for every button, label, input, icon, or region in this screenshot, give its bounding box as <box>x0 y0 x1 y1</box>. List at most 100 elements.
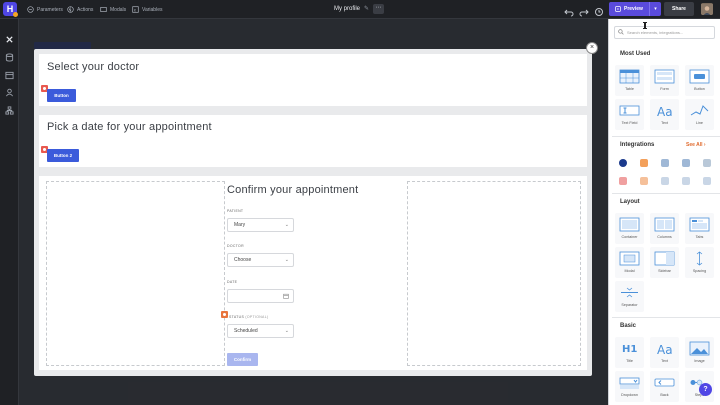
sliders-icon <box>27 6 34 13</box>
nav-modals[interactable]: Modals <box>100 4 126 15</box>
button-2[interactable]: Button 2 <box>47 149 79 162</box>
preview-dropdown-icon[interactable]: ▾ <box>649 2 661 16</box>
see-all-link[interactable]: See All › <box>686 142 706 148</box>
modal-close-icon[interactable]: × <box>586 42 598 54</box>
text-icon: Aa <box>657 105 673 119</box>
tile-table[interactable]: Table <box>615 65 644 96</box>
patient-label: PATIENT <box>227 209 244 213</box>
share-button[interactable]: Share <box>664 2 694 16</box>
section-confirm-appointment[interactable]: Confirm your appointment PATIENT Mary ⌄ … <box>39 176 587 370</box>
section-pick-date[interactable]: Pick a date for your appointment Button … <box>39 115 587 167</box>
redo-icon[interactable] <box>579 4 589 17</box>
tile-sidebar[interactable]: Sidebar <box>650 247 679 278</box>
nav-parameters[interactable]: Parameters <box>27 4 63 15</box>
tile-separator[interactable]: Separator <box>615 281 644 312</box>
top-bar: H Parameters Actions Modals x Variables … <box>0 0 720 19</box>
tile-basic-text[interactable]: Aa Text <box>650 337 679 368</box>
text-icon: Aa <box>657 343 673 357</box>
help-button[interactable]: ? <box>699 383 712 396</box>
integration-8-icon[interactable] <box>661 177 669 185</box>
svg-text:H1: H1 <box>622 344 637 355</box>
empty-column-left[interactable] <box>46 181 225 366</box>
tile-line[interactable]: Line <box>685 99 714 130</box>
integration-7-icon[interactable] <box>640 177 648 185</box>
tile-image[interactable]: Image <box>685 337 714 368</box>
empty-column-right[interactable] <box>407 181 581 366</box>
layout-icon[interactable] <box>5 67 14 80</box>
dropdown-icon <box>619 377 640 389</box>
database-icon[interactable] <box>5 49 14 62</box>
chevron-down-icon: ⌄ <box>284 328 289 334</box>
modal-dialog: Select your doctor Button Pick a date fo… <box>34 49 592 376</box>
tile-text-field[interactable]: Text Field <box>615 99 644 130</box>
integration-6-icon[interactable] <box>619 177 627 185</box>
divider <box>612 136 720 137</box>
nav-variables[interactable]: x Variables <box>132 4 162 15</box>
left-sidebar <box>0 19 19 405</box>
svg-text:x: x <box>134 7 137 12</box>
tile-form[interactable]: Form <box>650 65 679 96</box>
pencil-icon[interactable]: ✎ <box>364 5 369 12</box>
integration-5-icon[interactable] <box>703 159 711 167</box>
page-title[interactable]: My profile ✎ <box>334 5 369 13</box>
calendar-icon <box>283 293 289 299</box>
tile-back[interactable]: Back <box>650 371 679 402</box>
text-field-icon <box>619 105 640 116</box>
nav-actions[interactable]: Actions <box>67 4 93 15</box>
patient-select[interactable]: Mary ⌄ <box>227 218 294 232</box>
app-logo[interactable]: H <box>3 2 18 17</box>
history-icon[interactable] <box>594 4 604 16</box>
tile-button[interactable]: Button <box>685 65 714 96</box>
integration-4-icon[interactable] <box>682 159 690 167</box>
button-icon <box>689 69 710 84</box>
status-select[interactable]: Scheduled ⌄ <box>227 324 294 338</box>
hierarchy-icon[interactable] <box>5 102 14 115</box>
undo-icon[interactable] <box>564 4 574 17</box>
text-cursor-icon <box>643 22 647 29</box>
date-input[interactable] <box>227 289 294 303</box>
section-heading: Select your doctor <box>47 61 140 73</box>
editor-canvas[interactable]: Select your doctor Button Pick a date fo… <box>19 19 608 405</box>
doctor-select[interactable]: Choose ⌄ <box>227 253 294 267</box>
braces-icon: x <box>132 6 139 13</box>
tile-title[interactable]: H1 Title <box>615 337 644 368</box>
separator-icon <box>621 287 638 298</box>
user-avatar[interactable] <box>701 3 713 15</box>
confirm-button[interactable]: Confirm <box>227 353 258 366</box>
table-icon <box>619 69 640 84</box>
users-icon[interactable] <box>5 84 14 97</box>
most-used-heading: Most Used <box>620 51 651 57</box>
more-options-button[interactable]: ⋯ <box>373 4 384 14</box>
integrations-heading: Integrations <box>620 142 655 148</box>
tile-columns[interactable]: Columns <box>650 213 679 244</box>
line-chart-icon <box>690 105 709 116</box>
tile-text[interactable]: Aa Text <box>650 99 679 130</box>
button-1[interactable]: Button <box>47 89 76 102</box>
tabs-icon <box>689 217 710 232</box>
tile-dropdown[interactable]: Dropdown <box>615 371 644 402</box>
back-icon <box>654 378 675 387</box>
doctor-label: DOCTOR <box>227 244 244 248</box>
section-select-doctor[interactable]: Select your doctor Button <box>39 54 587 106</box>
integration-10-icon[interactable] <box>703 177 711 185</box>
tile-modal[interactable]: Modal <box>615 247 644 278</box>
integration-9-icon[interactable] <box>682 177 690 185</box>
tile-container[interactable]: Container <box>615 213 644 244</box>
integration-3-icon[interactable] <box>661 159 669 167</box>
status-label: STATUS (OPTIONAL) <box>229 315 269 319</box>
tile-spacing[interactable]: Spacing <box>685 247 714 278</box>
chevron-down-icon: ⌄ <box>284 222 289 228</box>
svg-text:Aa: Aa <box>657 105 673 119</box>
tile-tabs[interactable]: Tabs <box>685 213 714 244</box>
preview-button[interactable]: Preview ▾ <box>609 2 661 16</box>
section-heading: Pick a date for your appointment <box>47 121 212 133</box>
container-icon <box>619 217 640 232</box>
component-search-input[interactable]: Search elements, integrations... <box>614 26 715 39</box>
integration-2-icon[interactable] <box>640 159 648 167</box>
date-label: DATE <box>227 280 238 284</box>
action-marker-icon[interactable] <box>221 311 228 318</box>
tools-icon[interactable] <box>5 31 14 43</box>
sidebar-icon <box>654 251 675 266</box>
integration-1-icon[interactable] <box>619 159 627 167</box>
layout-heading: Layout <box>620 199 640 205</box>
